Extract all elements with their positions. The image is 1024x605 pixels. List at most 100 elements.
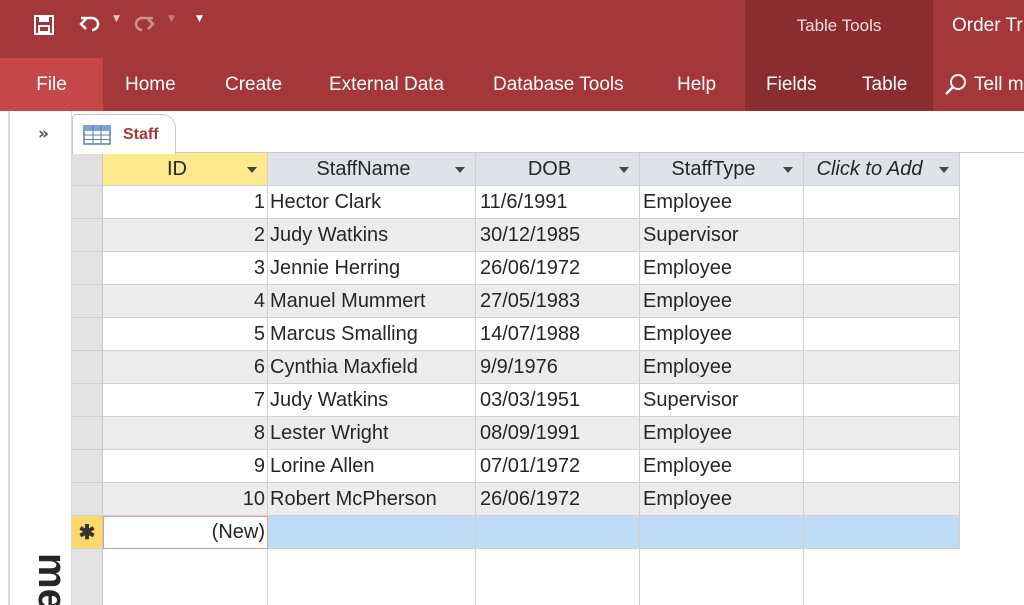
record-selector[interactable]	[72, 186, 103, 219]
cell-dob[interactable]: 27/05/1983	[476, 285, 640, 318]
cell-click-to-add[interactable]	[804, 351, 960, 384]
cell-stafftype[interactable]: Employee	[640, 318, 804, 351]
nav-pane-vertical-text: me	[30, 553, 74, 605]
tell-me-box[interactable]: Tell m	[944, 70, 1024, 100]
new-record-staffname-cell[interactable]	[268, 516, 476, 549]
record-selector[interactable]	[72, 252, 103, 285]
cell-click-to-add[interactable]	[804, 384, 960, 417]
cell-id[interactable]: 6	[103, 351, 268, 384]
new-record-click-to-add-cell[interactable]	[804, 516, 960, 549]
select-all-box[interactable]	[72, 153, 103, 186]
cell-click-to-add[interactable]	[804, 483, 960, 516]
dropdown-arrow-icon[interactable]	[939, 167, 949, 173]
dropdown-arrow-icon[interactable]	[619, 167, 629, 173]
cell-staffname[interactable]: Judy Watkins	[268, 384, 476, 417]
cell-id[interactable]: 2	[103, 219, 268, 252]
document-tab-label: Staff	[123, 125, 159, 143]
cell-id[interactable]: 1	[103, 186, 268, 219]
tab-database-tools[interactable]: Database Tools	[493, 58, 624, 111]
tab-table[interactable]: Table	[862, 58, 907, 111]
cell-stafftype[interactable]: Employee	[640, 252, 804, 285]
cell-staffname[interactable]: Manuel Mummert	[268, 285, 476, 318]
undo-icon[interactable]	[76, 10, 104, 40]
new-record-stafftype-cell[interactable]	[640, 516, 804, 549]
tab-file[interactable]: File	[0, 58, 103, 111]
column-header-staffname[interactable]: StaffName	[268, 153, 476, 186]
cell-staffname[interactable]: Cynthia Maxfield	[268, 351, 476, 384]
redo-icon	[130, 10, 158, 40]
cell-staffname[interactable]: Jennie Herring	[268, 252, 476, 285]
record-selector[interactable]	[72, 417, 103, 450]
record-selector[interactable]	[72, 318, 103, 351]
record-selector[interactable]	[72, 285, 103, 318]
cell-dob[interactable]: 26/06/1972	[476, 483, 640, 516]
cell-staffname[interactable]: Lorine Allen	[268, 450, 476, 483]
customize-quick-access-icon[interactable]: ▼	[196, 14, 203, 24]
record-selector[interactable]	[72, 450, 103, 483]
dropdown-arrow-icon[interactable]	[455, 167, 465, 173]
column-header-label: Click to Add	[816, 157, 923, 180]
undo-dropdown-icon[interactable]: ▼	[113, 14, 120, 24]
cell-staffname[interactable]: Hector Clark	[268, 186, 476, 219]
record-selector[interactable]	[72, 219, 103, 252]
tab-help[interactable]: Help	[677, 58, 716, 111]
column-header-dob[interactable]: DOB	[476, 153, 640, 186]
redo-dropdown-icon: ▼	[168, 14, 175, 24]
cell-dob[interactable]: 26/06/1972	[476, 252, 640, 285]
cell-id[interactable]: 5	[103, 318, 268, 351]
cell-click-to-add[interactable]	[804, 318, 960, 351]
tab-home[interactable]: Home	[125, 58, 176, 111]
cell-id[interactable]: 9	[103, 450, 268, 483]
record-selector-empty	[72, 549, 103, 605]
cell-click-to-add[interactable]	[804, 252, 960, 285]
column-header-id[interactable]: ID	[103, 153, 268, 186]
cell-stafftype[interactable]: Employee	[640, 351, 804, 384]
cell-id[interactable]: 4	[103, 285, 268, 318]
cell-staffname[interactable]: Marcus Smalling	[268, 318, 476, 351]
cell-staffname[interactable]: Judy Watkins	[268, 219, 476, 252]
new-record-id-cell[interactable]: (New)	[103, 516, 268, 549]
cell-stafftype[interactable]: Employee	[640, 483, 804, 516]
cell-id[interactable]: 10	[103, 483, 268, 516]
record-selector[interactable]	[72, 483, 103, 516]
cell-click-to-add[interactable]	[804, 186, 960, 219]
cell-staffname[interactable]: Robert McPherson	[268, 483, 476, 516]
cell-stafftype[interactable]: Employee	[640, 450, 804, 483]
cell-stafftype[interactable]: Employee	[640, 285, 804, 318]
column-header-stafftype[interactable]: StaffType	[640, 153, 804, 186]
column-header-click-to-add[interactable]: Click to Add	[804, 153, 960, 186]
cell-dob[interactable]: 08/09/1991	[476, 417, 640, 450]
cell-stafftype[interactable]: Supervisor	[640, 219, 804, 252]
cell-id[interactable]: 7	[103, 384, 268, 417]
tab-fields[interactable]: Fields	[766, 58, 817, 111]
shutter-bar-open-icon[interactable]: »	[38, 124, 49, 144]
dropdown-arrow-icon[interactable]	[247, 167, 257, 173]
cell-dob[interactable]: 07/01/1972	[476, 450, 640, 483]
save-icon[interactable]	[30, 10, 58, 40]
record-selector[interactable]	[72, 384, 103, 417]
cell-dob[interactable]: 9/9/1976	[476, 351, 640, 384]
tab-external-data[interactable]: External Data	[329, 58, 444, 111]
cell-dob[interactable]: 11/6/1991	[476, 186, 640, 219]
cell-dob[interactable]: 30/12/1985	[476, 219, 640, 252]
cell-click-to-add[interactable]	[804, 219, 960, 252]
cell-id[interactable]: 3	[103, 252, 268, 285]
cell-click-to-add[interactable]	[804, 450, 960, 483]
new-record-dob-cell[interactable]	[476, 516, 640, 549]
tab-create[interactable]: Create	[225, 58, 282, 111]
document-tab-staff[interactable]: Staff	[72, 114, 176, 154]
cell-dob[interactable]: 03/03/1951	[476, 384, 640, 417]
cell-click-to-add[interactable]	[804, 285, 960, 318]
new-record-marker[interactable]: ✱	[72, 516, 103, 549]
cell-stafftype[interactable]: Supervisor	[640, 384, 804, 417]
cell-staffname[interactable]: Lester Wright	[268, 417, 476, 450]
cell-id[interactable]: 8	[103, 417, 268, 450]
cell-dob[interactable]: 14/07/1988	[476, 318, 640, 351]
cell-stafftype[interactable]: Employee	[640, 186, 804, 219]
cell-click-to-add[interactable]	[804, 417, 960, 450]
cell-stafftype[interactable]: Employee	[640, 417, 804, 450]
table-icon	[83, 124, 111, 145]
dropdown-arrow-icon[interactable]	[783, 167, 793, 173]
document-tab-strip	[72, 111, 1024, 153]
record-selector[interactable]	[72, 351, 103, 384]
